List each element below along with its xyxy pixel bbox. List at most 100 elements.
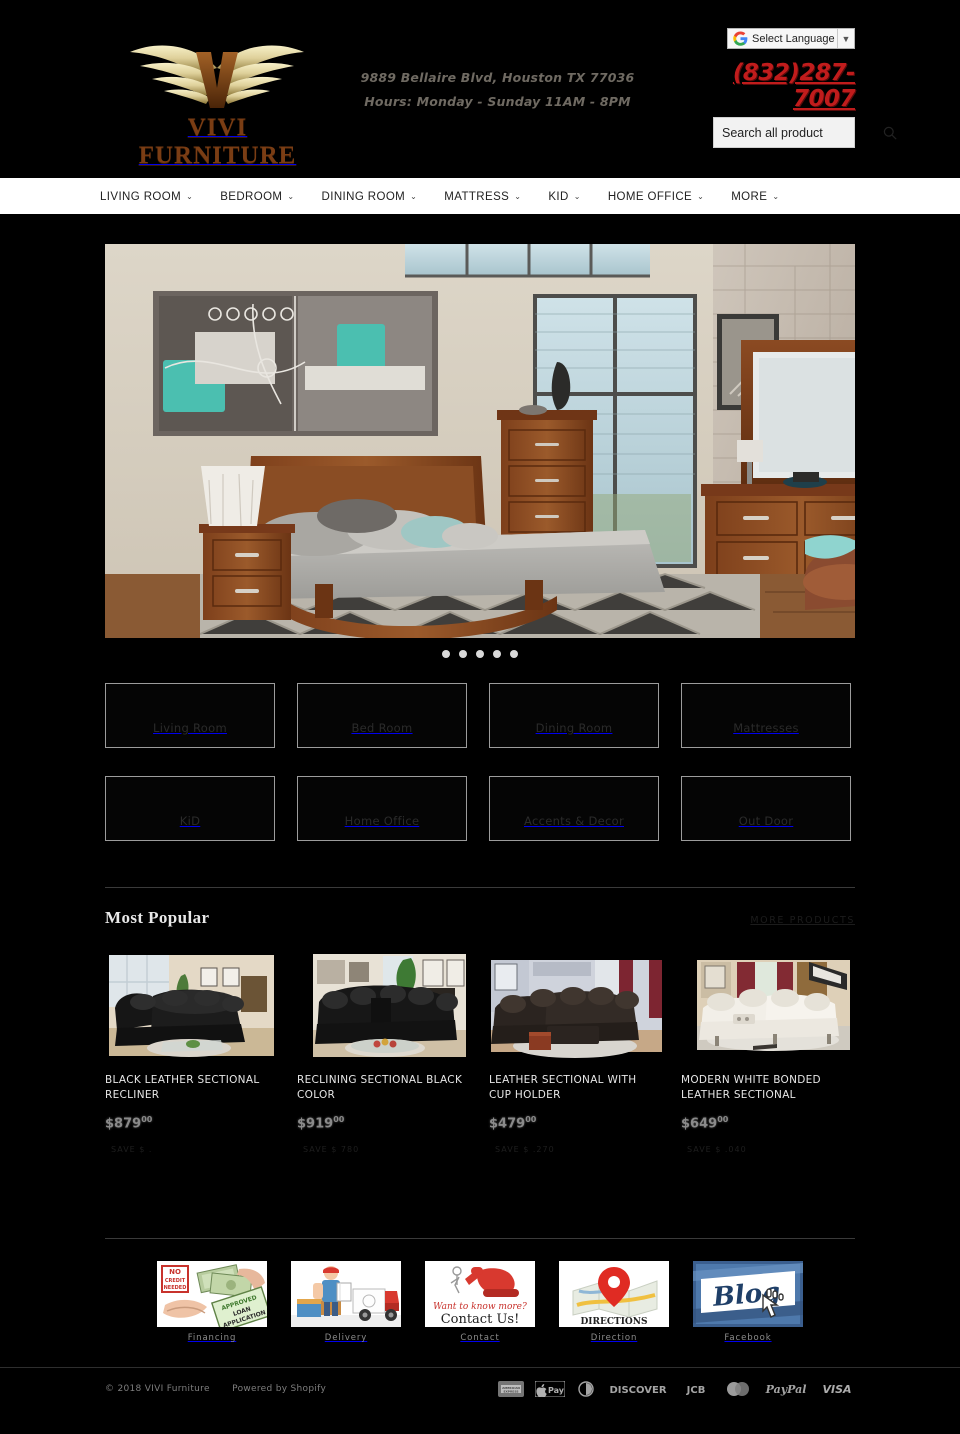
carousel-dot-1[interactable] — [442, 650, 450, 658]
nav-item-more[interactable]: MORE ⌄ — [731, 191, 779, 203]
store-address: 9889 Bellaire Blvd, Houston TX 77036 — [360, 70, 635, 85]
most-popular-header: Most Popular MORE PRODUCTS — [105, 888, 855, 928]
diners-club-icon — [576, 1381, 596, 1398]
product-image[interactable] — [105, 950, 278, 1061]
services-section: NO CREDIT NEEDED APPROVED LOAN APPLICATI… — [0, 1154, 960, 1345]
category-out-door[interactable]: Out Door — [681, 776, 851, 841]
nav-item-living-room[interactable]: LIVING ROOM ⌄ — [100, 191, 193, 203]
product-price-cents: 00 — [525, 1115, 537, 1124]
category-label: Bed Room — [351, 721, 413, 735]
payment-methods: AMERICAN EXPRESS Pay DISCOVER JCB PayPal … — [498, 1380, 855, 1398]
language-selector[interactable]: Select Language ▼ — [727, 28, 855, 49]
category-grid: Living Room Bed Room Dining Room Mattres… — [0, 658, 960, 841]
most-popular-section: Most Popular MORE PRODUCTS BLACK LEATHER… — [0, 841, 960, 1154]
nav-item-bedroom[interactable]: BEDROOM ⌄ — [220, 191, 294, 203]
product-title[interactable]: LEATHER SECTIONAL WITH CUP HOLDER — [489, 1073, 662, 1103]
product-title[interactable]: BLACK LEATHER SECTIONAL RECLINER — [105, 1073, 278, 1103]
nav-label: DINING ROOM — [321, 190, 406, 203]
site-header: VIVI FURNITURE 9889 Bellaire Blvd, Houst… — [0, 0, 960, 178]
nav-label: BEDROOM — [220, 190, 283, 203]
category-kid[interactable]: KiD — [105, 776, 275, 841]
product-price: $91900 — [297, 1115, 470, 1131]
powered-by-link[interactable]: Powered by Shopify — [232, 1384, 326, 1394]
svg-text:VISA: VISA — [822, 1383, 851, 1396]
product-image[interactable] — [297, 950, 470, 1061]
svg-text:Contact Us!: Contact Us! — [441, 1312, 520, 1327]
category-bed-room[interactable]: Bed Room — [297, 683, 467, 748]
product-price-amount: $649 — [681, 1116, 718, 1132]
service-contact[interactable]: Want to know more? Contact Us! Contact — [425, 1261, 535, 1345]
main-navigation: LIVING ROOM ⌄ BEDROOM ⌄ DINING ROOM ⌄ MA… — [0, 178, 960, 214]
category-accents-decor[interactable]: Accents & Decor — [489, 776, 659, 841]
product-title[interactable]: MODERN WHITE BONDED LEATHER SECTIONAL — [681, 1073, 854, 1103]
jcb-icon: JCB — [680, 1381, 712, 1397]
category-label: Accents & Decor — [524, 814, 624, 828]
service-financing[interactable]: NO CREDIT NEEDED APPROVED LOAN APPLICATI… — [157, 1261, 267, 1345]
product-image[interactable] — [489, 950, 662, 1061]
chevron-down-icon: ⌄ — [697, 191, 705, 201]
product-image[interactable] — [681, 950, 854, 1061]
nav-label: MORE — [731, 190, 768, 203]
apple-pay-icon: Pay — [534, 1380, 566, 1398]
paypal-icon: PayPal — [764, 1381, 808, 1397]
chevron-down-icon: ⌄ — [514, 191, 522, 201]
category-label: Out Door — [738, 814, 794, 828]
more-products-link[interactable]: MORE PRODUCTS — [750, 915, 855, 926]
nav-item-home-office[interactable]: HOME OFFICE ⌄ — [608, 191, 704, 203]
store-hours: Hours: Monday - Sunday 11AM - 8PM — [364, 94, 631, 109]
phone-number[interactable]: (832)287-7007 — [675, 60, 856, 112]
mastercard-icon — [723, 1381, 753, 1397]
category-label: Dining Room — [535, 721, 613, 735]
product-price-amount: $479 — [489, 1116, 526, 1132]
nav-label: KID — [548, 190, 569, 203]
service-label: Contact — [460, 1333, 500, 1344]
logo-wordmark: VIVI FURNITURE — [138, 114, 297, 169]
nav-item-dining-room[interactable]: DINING ROOM ⌄ — [322, 191, 418, 203]
svg-text:DIRECTIONS: DIRECTIONS — [581, 1317, 648, 1327]
search-icon[interactable] — [883, 126, 897, 140]
chevron-down-icon: ⌄ — [772, 191, 780, 201]
contact-phone-icon: Want to know more? Contact Us! — [425, 1261, 535, 1328]
service-direction[interactable]: DIRECTIONS Direction — [559, 1261, 669, 1345]
delivery-truck-icon — [291, 1261, 401, 1328]
carousel-dot-4[interactable] — [493, 650, 501, 658]
search-bar[interactable] — [713, 117, 897, 148]
service-facebook[interactable]: Blog Facebook — [693, 1261, 803, 1345]
search-input[interactable] — [722, 125, 883, 140]
carousel-dots — [105, 650, 855, 658]
carousel-dot-2[interactable] — [459, 650, 467, 658]
nav-item-mattress[interactable]: MATTRESS ⌄ — [444, 191, 521, 203]
category-label: Home Office — [344, 814, 420, 828]
hero-slide-image[interactable] — [105, 244, 855, 638]
category-home-office[interactable]: Home Office — [297, 776, 467, 841]
category-dining-room[interactable]: Dining Room — [489, 683, 659, 748]
language-selector-label: Select Language — [752, 32, 835, 45]
svg-text:NO: NO — [169, 1268, 181, 1276]
category-mattresses[interactable]: Mattresses — [681, 683, 851, 748]
carousel-dot-3[interactable] — [476, 650, 484, 658]
nav-label: HOME OFFICE — [607, 190, 693, 203]
nav-item-kid[interactable]: KID ⌄ — [548, 191, 580, 203]
chevron-down-icon[interactable]: ▼ — [837, 29, 854, 48]
product-savings: SAVE $ . — [111, 1145, 153, 1155]
site-logo[interactable]: VIVI FURNITURE — [110, 38, 325, 169]
service-delivery[interactable]: Delivery — [291, 1261, 401, 1345]
product-savings: SAVE $ .040 — [687, 1145, 747, 1155]
category-living-room[interactable]: Living Room — [105, 683, 275, 748]
footer-bar: © 2018 VIVI Furniture Powered by Shopify… — [0, 1367, 960, 1410]
product-price: $87900 — [105, 1115, 278, 1131]
category-label: KiD — [179, 814, 201, 828]
svg-text:PayPal: PayPal — [765, 1383, 807, 1396]
discover-icon: DISCOVER — [607, 1381, 669, 1397]
product-card: MODERN WHITE BONDED LEATHER SECTIONAL $6… — [681, 950, 854, 1154]
category-label: Living Room — [153, 721, 227, 735]
product-price-amount: $919 — [297, 1116, 334, 1132]
product-card: RECLINING SECTIONAL BLACK COLOR $91900 S… — [297, 950, 470, 1154]
product-price: $64900 — [681, 1115, 854, 1131]
svg-text:EXPRESS: EXPRESS — [503, 1390, 518, 1394]
visa-icon: VISA — [819, 1381, 855, 1397]
service-label: Direction — [590, 1333, 638, 1344]
product-title[interactable]: RECLINING SECTIONAL BLACK COLOR — [297, 1073, 470, 1103]
carousel-dot-5[interactable] — [510, 650, 518, 658]
product-card: BLACK LEATHER SECTIONAL RECLINER $87900 … — [105, 950, 278, 1154]
